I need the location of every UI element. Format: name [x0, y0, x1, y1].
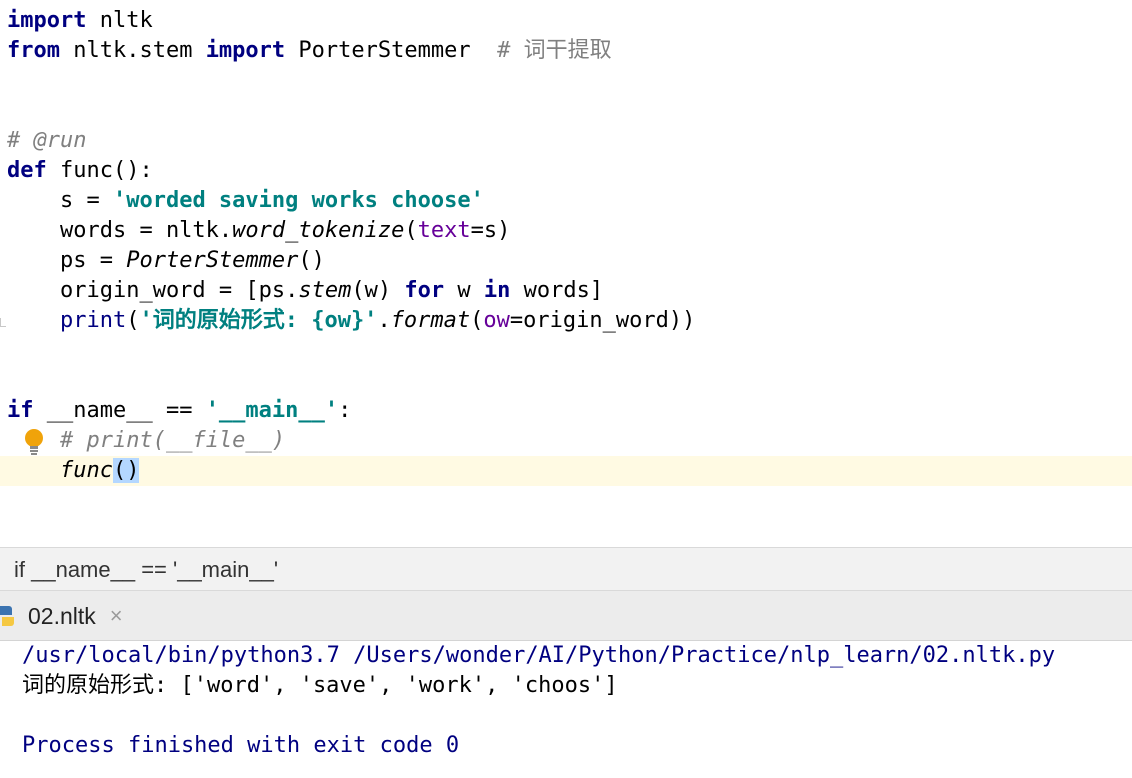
string-literal: '词的原始形式: {ow}' — [139, 308, 378, 333]
close-icon[interactable]: × — [110, 603, 123, 629]
code-comment: # print(__file__) — [59, 428, 286, 453]
string-literal: '__main__' — [205, 398, 339, 423]
code-comment: # @run — [7, 128, 87, 153]
code-text: () — [298, 248, 325, 273]
code-text: . — [377, 308, 391, 333]
caret-line-highlight — [0, 456, 1132, 486]
run-tool-window-tabs: 02.nltk × — [0, 591, 1132, 641]
keyword: import — [7, 8, 87, 33]
string-literal: 'worded saving works choose' — [112, 188, 484, 213]
code-line-7[interactable]: ps = PorterStemmer() — [7, 246, 325, 276]
code-text: words = nltk. — [7, 218, 233, 243]
function-name: PorterStemmer — [126, 248, 299, 273]
keyword: from — [7, 38, 60, 63]
code-line-8[interactable]: origin_word = [ps.stem(w) for w in words… — [7, 276, 603, 306]
console-output-line: 词的原始形式: ['word', 'save', 'work', 'choos'… — [22, 673, 618, 698]
code-line-5[interactable]: s = 'worded saving works choose' — [7, 186, 484, 216]
breadcrumb-item[interactable]: if __name__ == '__main__' — [14, 548, 278, 592]
run-tab-02-nltk[interactable]: 02.nltk × — [0, 591, 137, 641]
run-console[interactable]: /usr/local/bin/python3.7 /Users/wonder/A… — [0, 641, 1132, 778]
code-text: =origin_word)) — [509, 308, 696, 333]
code-line-12[interactable]: func() — [7, 456, 140, 486]
code-text: func(): — [46, 158, 153, 183]
code-line-9[interactable]: print('词的原始形式: {ow}'.format(ow=origin_wo… — [7, 306, 695, 336]
code-line-1[interactable]: import nltk — [7, 6, 153, 36]
function-name: format — [390, 308, 471, 333]
code-text: ( — [470, 308, 484, 333]
code-text: s = — [7, 188, 113, 213]
code-text: (w) — [351, 278, 405, 303]
console-exit-message: Process finished with exit code 0 — [22, 733, 460, 758]
code-text: ( — [404, 218, 418, 243]
code-text: ps = — [7, 248, 127, 273]
code-text: __name__ == — [33, 398, 206, 423]
code-line-11[interactable]: # print(__file__) — [7, 426, 285, 456]
fold-marker-icon[interactable] — [0, 318, 6, 327]
code-line-3[interactable]: # @run — [7, 126, 86, 156]
code-text: PorterStemmer — [285, 38, 498, 63]
code-editor[interactable]: import nltk from nltk.stem import Porter… — [0, 0, 1132, 547]
code-text: nltk.stem — [59, 38, 206, 63]
breadcrumb[interactable]: if __name__ == '__main__' — [0, 547, 1132, 591]
code-text: =s) — [470, 218, 511, 243]
matched-braces: () — [112, 458, 140, 483]
code-line-10[interactable]: if __name__ == '__main__': — [7, 396, 351, 426]
console-command-line: /usr/local/bin/python3.7 /Users/wonder/A… — [22, 643, 1056, 668]
code-line-2[interactable]: from nltk.stem import PorterStemmer # 词干… — [7, 36, 612, 66]
keyword: import — [205, 38, 286, 63]
keyword: in — [483, 278, 511, 303]
code-comment: # 词干提取 — [497, 38, 612, 63]
code-text: w — [444, 278, 484, 303]
function-name: func — [59, 458, 113, 483]
code-text: origin_word = [ps. — [7, 278, 299, 303]
keyword: def — [7, 158, 47, 183]
run-tab-label: 02.nltk — [28, 602, 96, 629]
keyword-argument: ow — [483, 308, 510, 333]
code-text: words] — [510, 278, 604, 303]
keyword: if — [7, 398, 34, 423]
keyword-argument: text — [417, 218, 471, 243]
function-name: stem — [298, 278, 352, 303]
code-text: ( — [126, 308, 140, 333]
python-icon — [0, 606, 14, 626]
function-name: word_tokenize — [232, 218, 405, 243]
code-text: nltk — [86, 8, 153, 33]
code-line-4[interactable]: def func(): — [7, 156, 153, 186]
builtin-function: print — [59, 308, 127, 333]
code-text: : — [338, 398, 352, 423]
code-line-6[interactable]: words = nltk.word_tokenize(text=s) — [7, 216, 510, 246]
keyword: for — [404, 278, 445, 303]
